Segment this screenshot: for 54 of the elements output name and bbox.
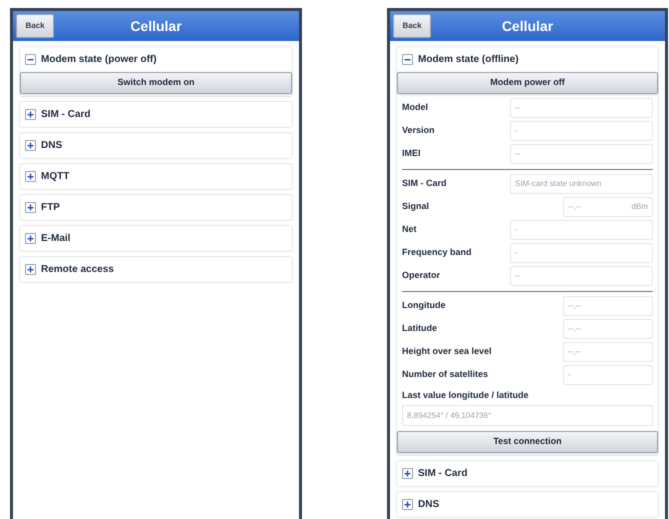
section-title[interactable]: E-Mail xyxy=(41,231,70,246)
plus-icon[interactable] xyxy=(402,499,413,510)
section-title[interactable]: FTP xyxy=(41,200,60,215)
back-button[interactable]: Back xyxy=(393,14,431,38)
section-title[interactable]: MQTT xyxy=(41,169,70,184)
value-field: SIM-card state unknown xyxy=(510,174,653,194)
value-field: – xyxy=(510,98,653,118)
value-field: – xyxy=(510,144,653,164)
section-title[interactable]: Modem state (offline) xyxy=(418,52,519,67)
section-title[interactable]: DNS xyxy=(418,497,440,512)
value-field: – xyxy=(510,266,653,286)
plus-icon[interactable] xyxy=(25,264,36,275)
plus-icon[interactable] xyxy=(25,140,36,151)
section-title[interactable]: SIM - Card xyxy=(418,466,468,481)
field-label: Model xyxy=(402,100,429,114)
section-title[interactable]: Remote access xyxy=(41,262,114,277)
field-label: Operator xyxy=(402,268,442,282)
screen-title: Cellular xyxy=(130,16,182,36)
value-text: --,-- xyxy=(568,200,581,212)
section-title[interactable]: SIM - Card xyxy=(41,107,90,122)
section-title[interactable]: Modem state (power off) xyxy=(41,52,157,67)
section-title[interactable]: DNS xyxy=(41,138,62,153)
value-field: 8,894254° / 49,104736° xyxy=(402,405,653,426)
plus-icon[interactable] xyxy=(25,171,36,182)
value-text: --,-- xyxy=(568,300,581,312)
plus-icon[interactable] xyxy=(25,233,36,244)
field-label: Last value longitude / latitude xyxy=(402,389,530,402)
field-label: Frequency band xyxy=(402,246,473,259)
field-label: Net xyxy=(402,222,418,236)
plus-icon[interactable] xyxy=(25,202,36,213)
unit-label: dBm xyxy=(632,200,648,212)
value-text: --,-- xyxy=(568,346,581,358)
value-field: - xyxy=(510,120,653,140)
plus-icon[interactable] xyxy=(25,109,36,120)
field-label: SIM - Card xyxy=(402,176,448,190)
field-label: Signal xyxy=(402,200,430,213)
value-field: - xyxy=(510,242,653,262)
plus-icon[interactable] xyxy=(402,468,413,479)
field-label: Height over sea level xyxy=(402,344,492,358)
test-connection-button[interactable]: Test connection xyxy=(397,431,658,453)
value-text: - xyxy=(568,368,571,380)
value-field: - xyxy=(510,220,653,240)
action-button[interactable]: Switch modem on xyxy=(20,72,292,94)
minus-icon[interactable] xyxy=(25,54,36,65)
field-label: Number of satellites xyxy=(402,368,488,381)
value-text: --,-- xyxy=(568,322,581,334)
screen-title: Cellular xyxy=(502,16,554,36)
back-button[interactable]: Back xyxy=(16,14,54,38)
action-button[interactable]: Modem power off xyxy=(397,72,658,94)
field-label: IMEI xyxy=(402,146,422,160)
minus-icon[interactable] xyxy=(402,54,413,65)
field-label: Latitude xyxy=(402,322,437,335)
field-label: Version xyxy=(402,124,436,137)
field-label: Longitude xyxy=(402,298,446,312)
